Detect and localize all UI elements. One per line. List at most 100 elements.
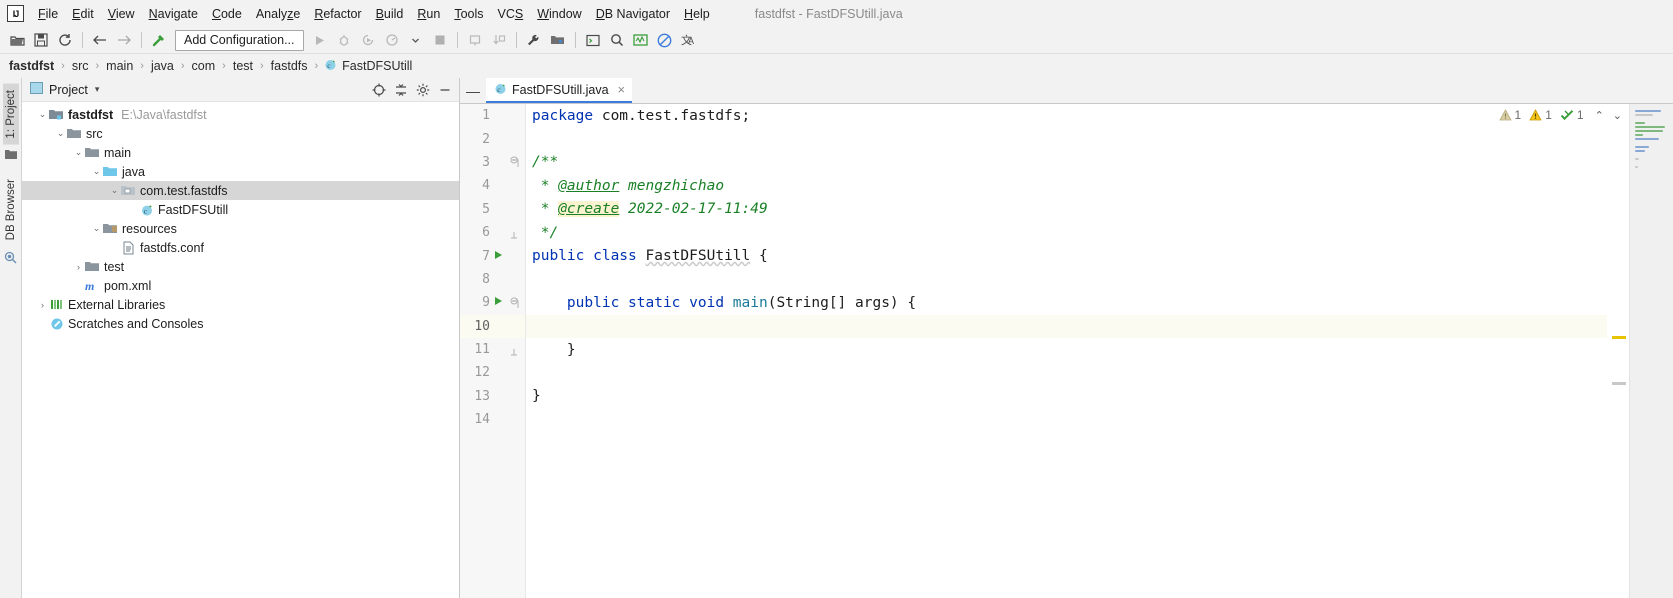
breadcrumb-item-src[interactable]: src	[71, 59, 90, 73]
sidebar-item-db-browser[interactable]: DB Browser	[3, 173, 19, 246]
code-line-5[interactable]: * @create 2022-02-17-11:49	[526, 198, 1607, 221]
search-icon[interactable]	[605, 29, 629, 51]
close-icon[interactable]: ×	[618, 82, 626, 97]
chevron-right-icon[interactable]: ›	[72, 262, 85, 272]
code-minimap[interactable]	[1629, 104, 1673, 598]
fold-end-icon[interactable]	[506, 227, 522, 239]
update-app-icon[interactable]	[487, 29, 511, 51]
chevron-right-icon[interactable]: ›	[36, 300, 49, 310]
no-entry-icon[interactable]	[653, 29, 677, 51]
scroll-marker[interactable]	[1612, 336, 1626, 339]
chevron-down-icon[interactable]: ⌄	[72, 147, 85, 158]
menu-item-run[interactable]: Run	[410, 3, 447, 25]
collapse-editor-icon[interactable]: —	[460, 78, 486, 103]
debug-icon[interactable]	[332, 29, 356, 51]
gutter-line-12[interactable]: 12	[460, 361, 525, 384]
next-problem-icon[interactable]: ⌄	[1610, 109, 1625, 122]
breadcrumb-item-java[interactable]: java	[150, 59, 175, 73]
tree-item-com-test-fastdfs[interactable]: ⌄ com.test.fastdfs	[22, 181, 459, 200]
project-structure-icon[interactable]	[546, 29, 570, 51]
breadcrumb-item-test[interactable]: test	[232, 59, 254, 73]
gear-icon[interactable]	[413, 80, 433, 100]
stop-icon[interactable]	[428, 29, 452, 51]
code-line-10[interactable]	[526, 314, 1607, 338]
run-with-coverage-icon[interactable]	[356, 29, 380, 51]
tree-item-test[interactable]: › test	[22, 257, 459, 276]
gutter-line-13[interactable]: 13	[460, 385, 525, 408]
code-line-9[interactable]: public static void main (String[] args) {	[526, 291, 1607, 314]
breadcrumb-item-main[interactable]: main	[105, 59, 134, 73]
run-gutter-icon[interactable]	[490, 296, 506, 309]
tree-item-main[interactable]: ⌄ main	[22, 143, 459, 162]
code-line-6[interactable]: */	[526, 221, 1607, 244]
project-tree[interactable]: ⌄ fastdfst E:\Java\fastdfst ⌄ src ⌄ main ⌄ java ⌄…	[22, 102, 459, 598]
menu-item-view[interactable]: View	[101, 3, 142, 25]
code-line-14[interactable]	[526, 408, 1607, 431]
gutter-line-11[interactable]: 11	[460, 338, 525, 361]
code-line-8[interactable]	[526, 268, 1607, 291]
back-arrow-icon[interactable]	[88, 29, 112, 51]
breadcrumb-item-fastdfs[interactable]: fastdfs	[270, 59, 309, 73]
save-icon[interactable]	[29, 29, 53, 51]
chevron-down-icon[interactable]: ⌄	[90, 166, 103, 177]
menu-item-analyze[interactable]: Analyze	[249, 3, 307, 25]
run-gutter-icon[interactable]	[490, 250, 506, 263]
forward-arrow-icon[interactable]	[112, 29, 136, 51]
gutter-line-6[interactable]: 6	[460, 221, 525, 244]
gutter-line-7[interactable]: 7	[460, 244, 525, 267]
menu-item-file[interactable]: File	[31, 3, 65, 25]
editor-gutter[interactable]: 1 2 3 4 5 6 7 8 9 10 11 12 13 14	[460, 104, 526, 598]
collapse-all-icon[interactable]	[391, 80, 411, 100]
menu-item-vcs[interactable]: VCS	[491, 3, 531, 25]
chevron-down-icon[interactable]: ⌄	[108, 185, 121, 196]
fold-open-icon[interactable]	[506, 297, 522, 309]
menu-item-tools[interactable]: Tools	[447, 3, 490, 25]
run-configuration-selector[interactable]: Add Configuration...	[175, 29, 304, 51]
profile-icon[interactable]	[380, 29, 404, 51]
tree-item-scratches-and-consoles[interactable]: Scratches and Consoles	[22, 314, 459, 333]
open-folder-icon[interactable]	[5, 29, 29, 51]
gutter-line-1[interactable]: 1	[460, 104, 525, 127]
tree-item-java[interactable]: ⌄ java	[22, 162, 459, 181]
locate-icon[interactable]	[369, 80, 389, 100]
build-hammer-icon[interactable]	[147, 29, 171, 51]
scroll-marker[interactable]	[1612, 382, 1626, 385]
code-line-13[interactable]: }	[526, 385, 1607, 408]
code-line-3[interactable]: /**	[526, 151, 1607, 174]
breadcrumb-item-fastdfsutill[interactable]: FastDFSUtill	[341, 59, 413, 73]
terminal-icon[interactable]	[581, 29, 605, 51]
code-line-7[interactable]: public class FastDFSUtill {	[526, 244, 1607, 267]
gutter-line-4[interactable]: 4	[460, 174, 525, 197]
gutter-line-2[interactable]: 2	[460, 127, 525, 150]
menu-item-edit[interactable]: Edit	[65, 3, 101, 25]
fold-end-icon[interactable]	[506, 344, 522, 356]
settings-wrench-icon[interactable]	[522, 29, 546, 51]
attach-debugger-icon[interactable]	[463, 29, 487, 51]
code-line-11[interactable]: }	[526, 338, 1607, 361]
previous-problem-icon[interactable]: ⌃	[1592, 109, 1607, 122]
menu-item-build[interactable]: Build	[369, 3, 411, 25]
translate-icon[interactable]: 文A	[677, 29, 701, 51]
code-line-4[interactable]: * @author mengzhichao	[526, 174, 1607, 197]
sync-icon[interactable]	[53, 29, 77, 51]
tree-item-fastdfst[interactable]: ⌄ fastdfst E:\Java\fastdfst	[22, 105, 459, 124]
ok-indicator[interactable]: 1	[1560, 108, 1584, 122]
chevron-down-icon[interactable]: ⌄	[36, 109, 49, 120]
tree-item-src[interactable]: ⌄ src	[22, 124, 459, 143]
menu-item-help[interactable]: Help	[677, 3, 717, 25]
menu-item-code[interactable]: Code	[205, 3, 249, 25]
breadcrumb-item-com[interactable]: com	[191, 59, 217, 73]
code-line-1[interactable]: package com.test.fastdfs;	[526, 104, 1607, 127]
breadcrumb-item-fastdfst[interactable]: fastdfst	[8, 59, 55, 73]
sidebar-item-project[interactable]: 1: Project	[2, 84, 19, 145]
editor-tab-fastdfsutill[interactable]: c FastDFSUtill.java ×	[486, 78, 633, 103]
hide-panel-icon[interactable]	[435, 80, 455, 100]
warning-indicator[interactable]: 1	[1529, 108, 1552, 122]
tree-item-pom-xml[interactable]: m pom.xml	[22, 276, 459, 295]
gutter-line-14[interactable]: 14	[460, 408, 525, 431]
gutter-line-10[interactable]: 10	[460, 314, 525, 338]
tree-item-fastdfsutill[interactable]: c FastDFSUtill	[22, 200, 459, 219]
gutter-line-3[interactable]: 3	[460, 151, 525, 174]
fold-open-icon[interactable]	[506, 156, 522, 168]
gutter-line-9[interactable]: 9	[460, 291, 525, 314]
